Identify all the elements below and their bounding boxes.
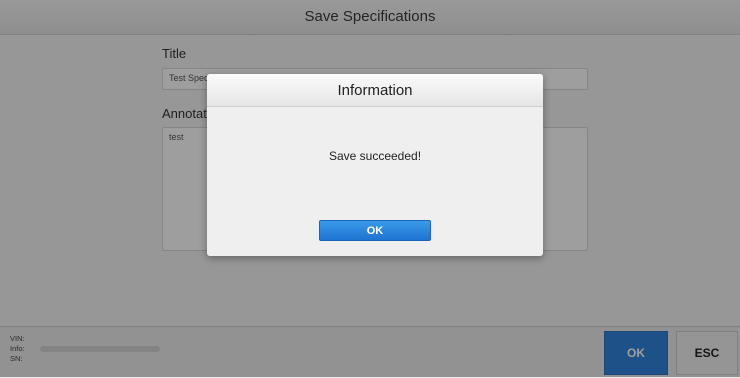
dialog-ok-button[interactable]: OK bbox=[319, 220, 431, 241]
dialog-header: Information bbox=[207, 74, 543, 107]
information-dialog: Information Save succeeded! OK bbox=[207, 74, 543, 256]
dialog-title: Information bbox=[337, 82, 413, 99]
dialog-message: Save succeeded! bbox=[328, 149, 422, 163]
